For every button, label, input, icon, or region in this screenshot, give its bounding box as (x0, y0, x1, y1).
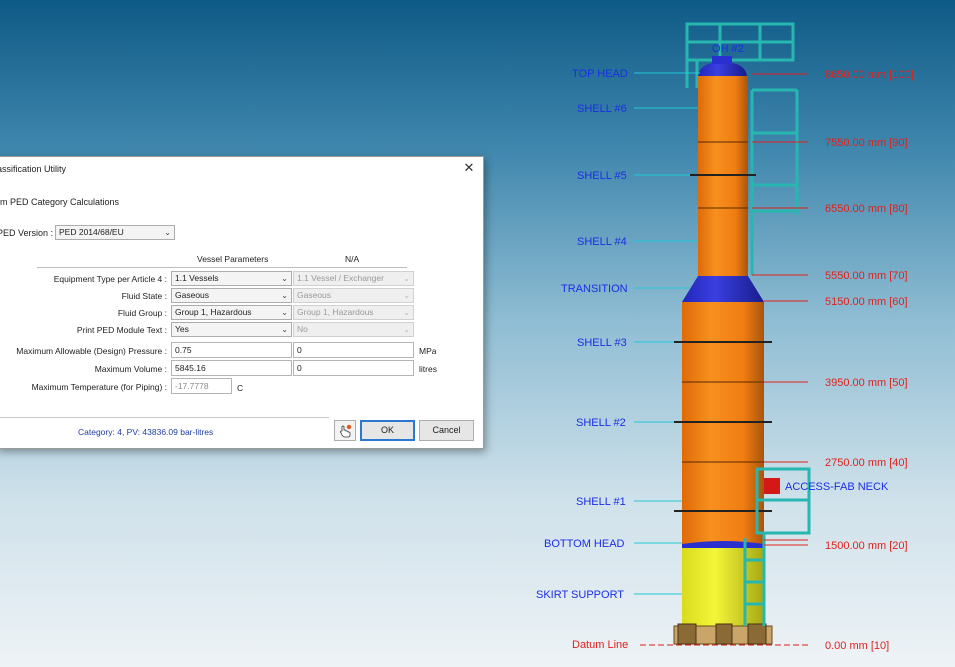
label-shell6: SHELL #6 (577, 103, 627, 115)
fluid-group-label: Fluid Group : (117, 308, 167, 318)
print-module-na-value: No (297, 324, 308, 334)
label-shell5: SHELL #5 (577, 170, 627, 182)
elevation-70: 5550.00 mm [70] (825, 270, 908, 282)
chevron-down-icon: ⌄ (403, 325, 410, 334)
elevation-100: 8650.00 mm [100] (825, 69, 914, 81)
label-oh2: OH #2 (712, 43, 744, 55)
print-module-na-select: No ⌄ (293, 322, 414, 337)
temp-unit: C (237, 383, 244, 393)
equipment-type-na-select: 1.1 Vessel / Exchanger ⌄ (293, 271, 414, 286)
label-transition: TRANSITION (561, 283, 628, 295)
fluid-state-select[interactable]: Gaseous ⌄ (171, 288, 292, 303)
anchor-bolts (677, 623, 767, 645)
chevron-down-icon: ⌄ (164, 228, 171, 237)
volume-unit: litres (419, 364, 437, 374)
max-temp-input[interactable]: -17.7778 (171, 378, 232, 394)
label-shell1: SHELL #1 (576, 496, 626, 508)
top-head (698, 62, 747, 76)
chevron-down-icon: ⌄ (403, 274, 410, 283)
fluid-state-na-value: Gaseous (297, 290, 332, 300)
ok-button[interactable]: OK (360, 420, 415, 441)
access-neck-nozzle (764, 478, 780, 494)
pressure-unit: MPa (419, 346, 437, 356)
label-shell2: SHELL #2 (576, 417, 626, 429)
fluid-group-na-select: Group 1, Hazardous ⌄ (293, 305, 414, 320)
elevation-60: 5150.00 mm [60] (825, 296, 908, 308)
fluid-group-select[interactable]: Group 1, Hazardous ⌄ (171, 305, 292, 320)
elevation-40: 2750.00 mm [40] (825, 457, 908, 469)
elevation-90: 7550.00 mm [90] (825, 137, 908, 149)
elevation-80: 6550.00 mm [80] (825, 203, 908, 215)
chevron-down-icon: ⌄ (403, 291, 410, 300)
chevron-down-icon: ⌄ (281, 274, 288, 283)
elevation-20: 1500.00 mm [20] (825, 540, 908, 552)
label-access-neck: ACCESS-FAB NECK (785, 481, 889, 493)
ped-version-label: PED Version : (0, 228, 54, 238)
label-shell3: SHELL #3 (577, 337, 627, 349)
max-temp-label: Maximum Temperature (for Piping) : (31, 382, 167, 392)
chevron-down-icon: ⌄ (403, 308, 410, 317)
elevation-10: 0.00 mm [10] (825, 640, 889, 652)
close-icon[interactable]: ✕ (461, 160, 477, 176)
dialog-title: assification Utility (0, 164, 67, 174)
label-top-head: TOP HEAD (572, 68, 628, 80)
print-module-select[interactable]: Yes ⌄ (171, 322, 292, 337)
max-volume-na-input[interactable]: 0 (293, 360, 414, 376)
transition-cone (682, 276, 764, 302)
ped-version-value: PED 2014/68/EU (59, 227, 124, 237)
max-pressure-label: Maximum Allowable (Design) Pressure : (16, 346, 167, 356)
chevron-down-icon: ⌄ (281, 308, 288, 317)
upper-ladder (750, 88, 799, 275)
print-module-value: Yes (175, 324, 189, 334)
elevation-50: 3950.00 mm [50] (825, 377, 908, 389)
label-datum: Datum Line (572, 639, 628, 651)
category-status: Category: 4, PV: 43836.09 bar-litres (78, 427, 214, 437)
print-module-label: Print PED Module Text : (76, 325, 167, 335)
fluid-group-na-value: Group 1, Hazardous (297, 307, 374, 317)
equipment-type-label: Equipment Type per Article 4 : (53, 274, 167, 284)
equipment-type-na-value: 1.1 Vessel / Exchanger (297, 273, 384, 283)
help-button[interactable] (334, 420, 356, 441)
hand-help-icon (340, 424, 352, 438)
dialog-subtitle: rm PED Category Calculations (0, 197, 120, 207)
max-volume-input[interactable]: 5845.16 (171, 360, 292, 376)
ped-version-select[interactable]: PED 2014/68/EU ⌄ (55, 225, 175, 240)
max-volume-label: Maximum Volume : (94, 364, 167, 374)
column-na: N/A (345, 254, 360, 264)
column-vessel-parameters: Vessel Parameters (197, 254, 269, 264)
max-pressure-na-input[interactable]: 0 (293, 342, 414, 358)
fluid-state-label: Fluid State : (121, 291, 167, 301)
fluid-state-na-select: Gaseous ⌄ (293, 288, 414, 303)
equipment-type-select[interactable]: 1.1 Vessels ⌄ (171, 271, 292, 286)
header-divider (37, 267, 407, 268)
top-nozzle (712, 56, 732, 64)
ped-classification-dialog: assification Utility ✕ rm PED Category C… (0, 156, 484, 449)
chevron-down-icon: ⌄ (281, 291, 288, 300)
fluid-group-value: Group 1, Hazardous (175, 307, 252, 317)
equipment-type-value: 1.1 Vessels (175, 273, 219, 283)
label-skirt: SKIRT SUPPORT (536, 589, 624, 601)
max-pressure-input[interactable]: 0.75 (171, 342, 292, 358)
cancel-button[interactable]: Cancel (419, 420, 474, 441)
fluid-state-value: Gaseous (175, 290, 210, 300)
label-bottom-head: BOTTOM HEAD (544, 538, 625, 550)
status-divider (0, 417, 329, 418)
chevron-down-icon: ⌄ (281, 325, 288, 334)
label-shell4: SHELL #4 (577, 236, 627, 248)
